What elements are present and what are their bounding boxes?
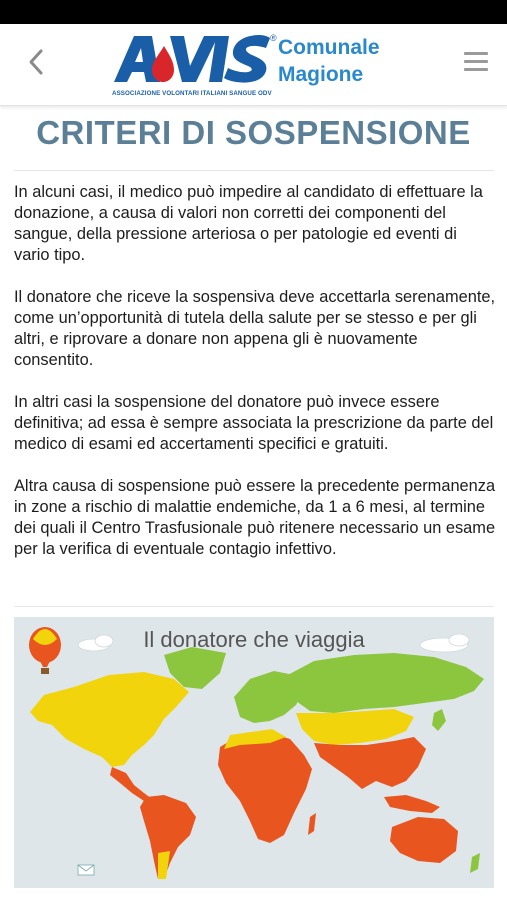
logo-comunale-text: Comunale [278, 36, 380, 59]
status-bar [0, 0, 507, 24]
back-button[interactable] [16, 42, 56, 82]
logo-magione-text: Magione [278, 63, 364, 86]
content-body: In alcuni casi, il medico può impedire a… [14, 182, 496, 581]
registered-mark: ® [270, 33, 277, 43]
travel-map-image: Il donatore che viaggia [14, 617, 494, 888]
paragraph: In altri casi la sospensione del donator… [14, 393, 494, 453]
divider [14, 170, 494, 171]
paragraph: Altra causa di sospensione può essere la… [14, 477, 496, 558]
hamburger-menu-button[interactable] [459, 44, 493, 78]
avis-logo-mark [114, 35, 270, 83]
chevron-left-icon [29, 49, 43, 75]
page-title: CRITERI DI SOSPENSIONE [36, 114, 471, 151]
paragraph: Il donatore che riceve la sospensiva dev… [14, 288, 496, 369]
menu-line-icon [464, 59, 488, 63]
menu-line-icon [464, 51, 488, 55]
divider [14, 606, 494, 607]
logo-subtitle: ASSOCIAZIONE VOLONTARI ITALIANI SANGUE O… [112, 90, 272, 97]
world-map-illustration [29, 627, 484, 879]
paragraph: In alcuni casi, il medico può impedire a… [14, 183, 483, 264]
avis-logo: ® Comunale Magione ASSOCIAZIONE VOLONTAR… [112, 30, 402, 100]
map-title: Il donatore che viaggia [143, 627, 365, 652]
menu-line-icon [464, 67, 488, 71]
app-header: ® Comunale Magione ASSOCIAZIONE VOLONTAR… [0, 24, 507, 106]
